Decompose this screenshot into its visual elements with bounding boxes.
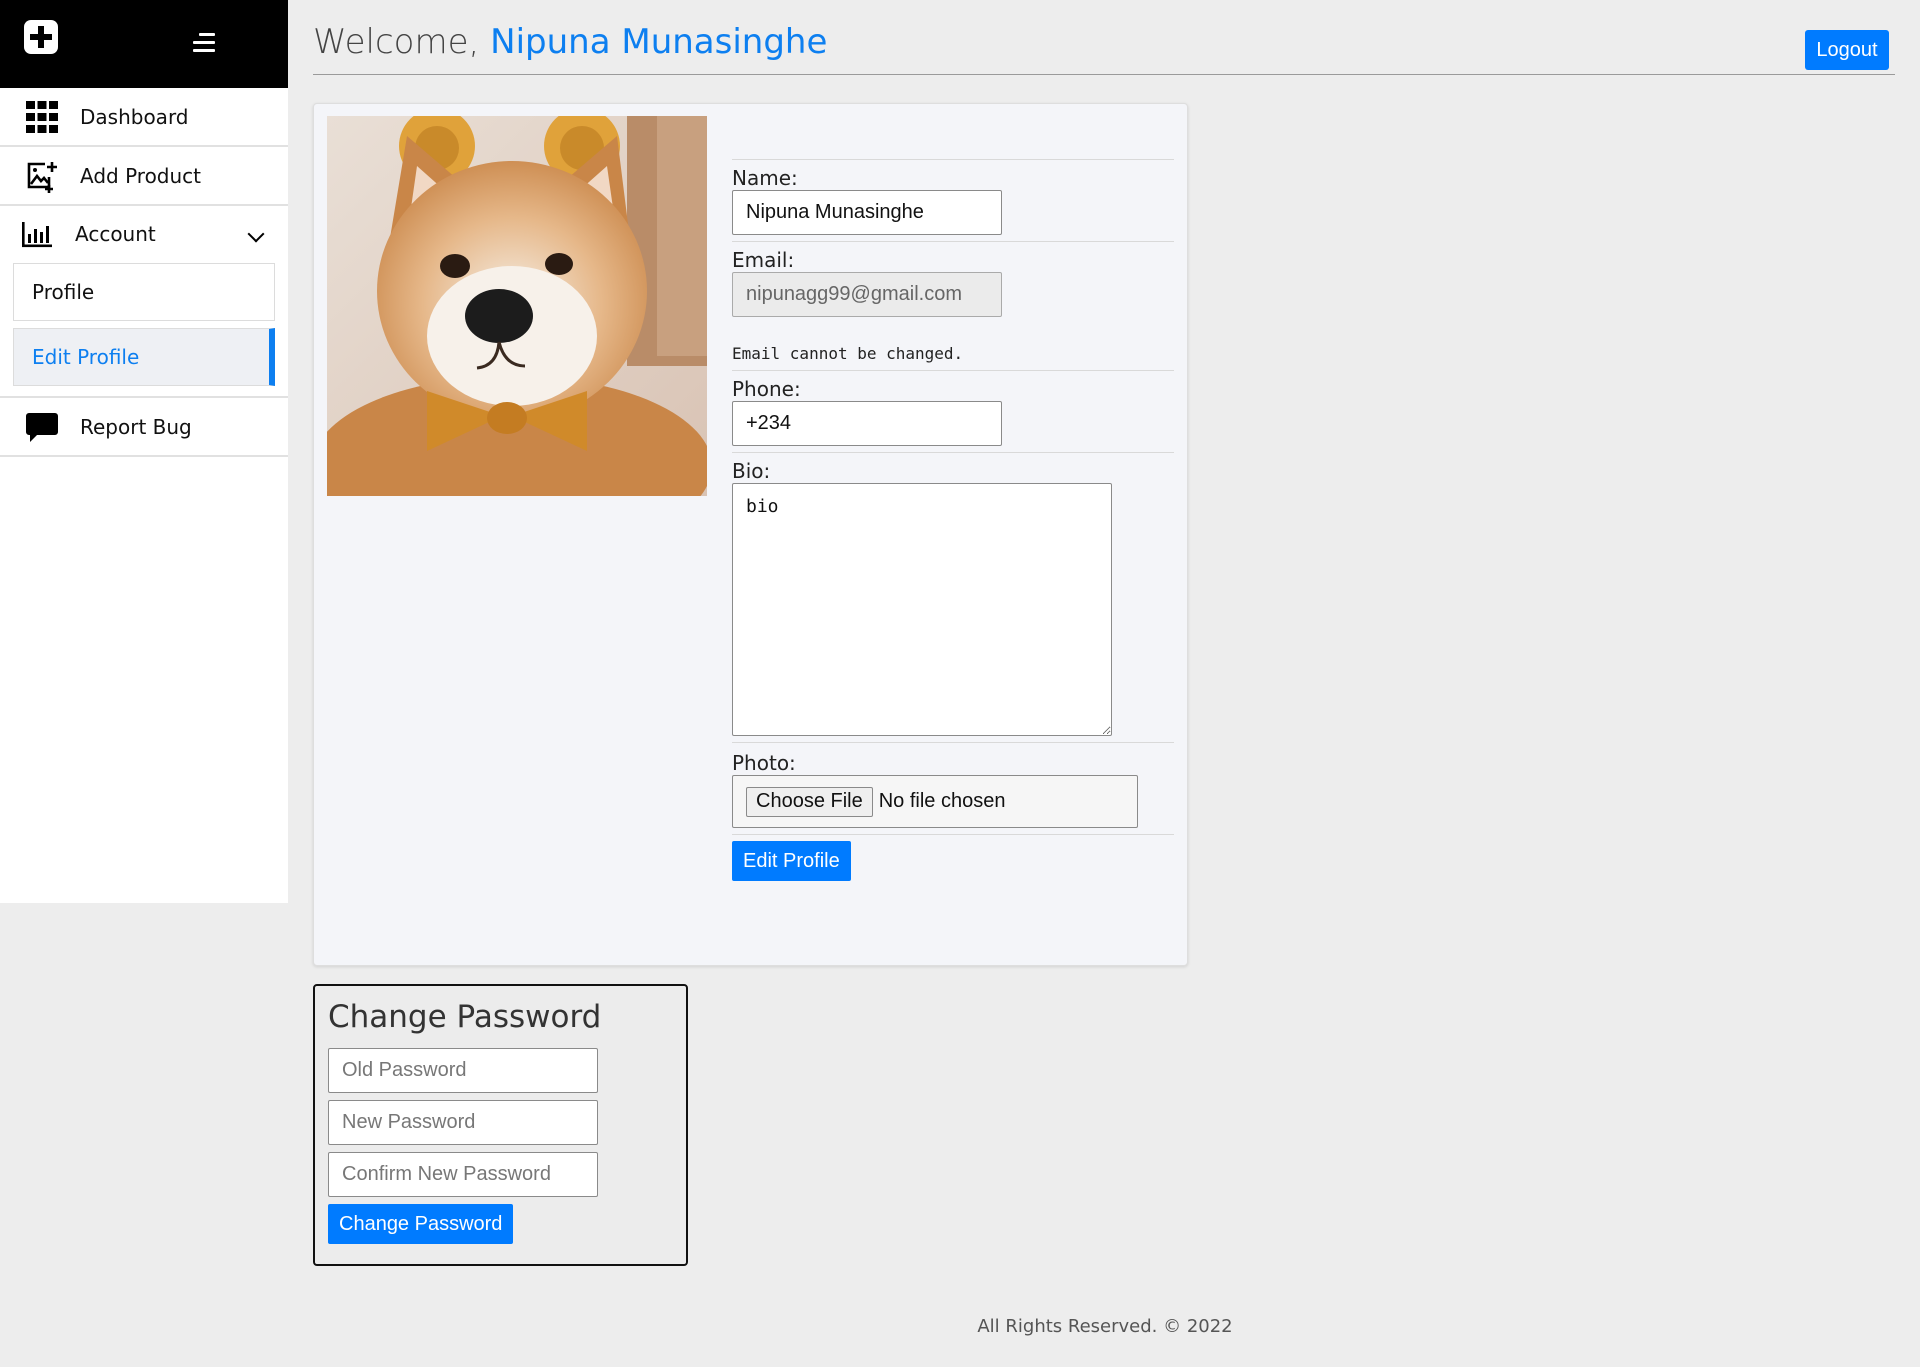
edit-profile-card: Name: Email: Email cannot be changed. Ph… <box>313 103 1188 966</box>
no-file-text: No file chosen <box>878 790 1006 812</box>
name-row: Name: <box>732 159 1174 241</box>
name-field[interactable] <box>732 190 1002 235</box>
bio-label: Bio: <box>732 459 771 483</box>
account-submenu: Profile Edit Profile <box>0 261 288 398</box>
profile-photo <box>327 116 707 496</box>
email-row: Email: Email cannot be changed. <box>732 241 1174 370</box>
profile-form: Name: Email: Email cannot be changed. Ph… <box>732 159 1174 887</box>
photo-label: Photo: <box>732 751 796 775</box>
bar-chart-icon <box>22 221 52 247</box>
phone-field[interactable] <box>732 401 1002 446</box>
header-divider <box>313 74 1895 75</box>
sidebar-item-label: Dashboard <box>80 104 189 129</box>
submenu-item-edit-profile[interactable]: Edit Profile <box>13 328 275 386</box>
submit-row: Edit Profile <box>732 834 1174 887</box>
sidebar-item-label: Add Product <box>80 163 202 188</box>
name-label: Name: <box>732 166 798 190</box>
submenu-item-profile[interactable]: Profile <box>13 263 275 321</box>
sidebar-item-account[interactable]: Account <box>0 206 288 261</box>
email-label: Email: <box>732 248 795 272</box>
chat-bubble-icon <box>26 412 58 442</box>
page-title: Welcome, Nipuna Munasinghe <box>313 22 827 62</box>
choose-file-button[interactable]: Choose File <box>746 786 873 817</box>
bio-textarea[interactable]: bio <box>732 483 1112 736</box>
email-field <box>732 272 1002 317</box>
welcome-user-name: Nipuna Munasinghe <box>490 22 828 62</box>
email-hint: Email cannot be changed. <box>732 344 964 363</box>
chevron-down-icon <box>247 225 265 243</box>
footer-copyright: All Rights Reserved. © 2022 <box>977 1316 1233 1337</box>
sidebar-item-label: Account <box>75 221 156 246</box>
sidebar: Dashboard Add Product Account Profile Ed… <box>0 0 288 903</box>
confirm-password-field[interactable] <box>328 1152 598 1197</box>
add-image-icon <box>27 161 57 193</box>
change-password-card: Change Password Change Password <box>313 984 688 1266</box>
sidebar-item-add-product[interactable]: Add Product <box>0 147 288 206</box>
new-password-field[interactable] <box>328 1100 598 1145</box>
hamburger-menu-icon[interactable] <box>191 33 215 55</box>
welcome-prefix: Welcome, <box>313 22 480 62</box>
change-password-title: Change Password <box>328 999 602 1035</box>
edit-profile-button[interactable]: Edit Profile <box>732 841 851 881</box>
medical-cross-logo-icon[interactable] <box>24 20 58 54</box>
change-password-button[interactable]: Change Password <box>328 1204 514 1244</box>
grid-icon <box>26 100 58 133</box>
phone-row: Phone: <box>732 370 1174 452</box>
sidebar-item-label: Report Bug <box>80 414 192 439</box>
brand-bar <box>0 0 288 88</box>
bio-row: Bio: bio <box>732 452 1174 742</box>
phone-label: Phone: <box>732 377 801 401</box>
photo-file-input[interactable]: Choose File No file chosen <box>732 775 1138 828</box>
sidebar-item-dashboard[interactable]: Dashboard <box>0 88 288 147</box>
sidebar-item-report-bug[interactable]: Report Bug <box>0 398 288 457</box>
old-password-field[interactable] <box>328 1048 598 1093</box>
logout-button[interactable]: Logout <box>1805 30 1889 70</box>
photo-row: Photo: Choose File No file chosen <box>732 742 1174 834</box>
